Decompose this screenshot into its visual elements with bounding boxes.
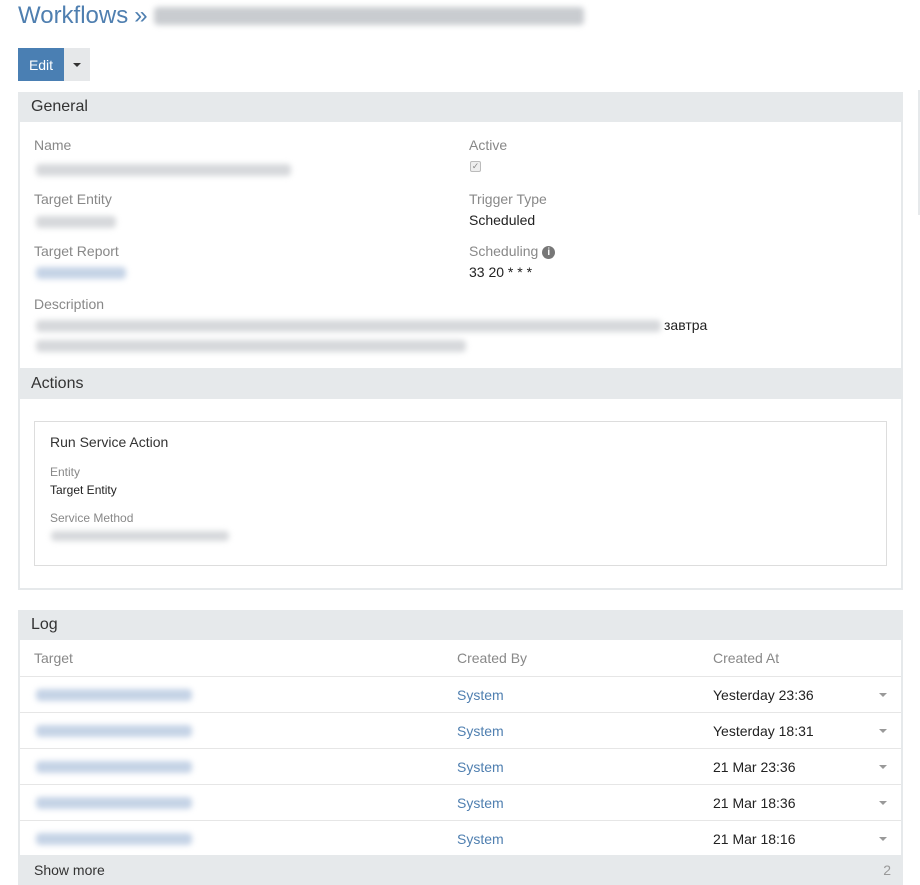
log-panel: Log Target Created By Created At System … (18, 610, 903, 860)
description-visible-fragment: завтра (664, 317, 708, 333)
created-at: Yesterday 18:31 (713, 723, 814, 739)
active-label: Active (469, 137, 508, 153)
info-icon[interactable]: i (542, 246, 556, 259)
actions-header: Actions (20, 369, 901, 399)
row-expand-caret-icon[interactable] (879, 801, 887, 805)
remaining-count: 2 (883, 862, 891, 878)
row-expand-caret-icon[interactable] (879, 765, 887, 769)
breadcrumb-separator: » (134, 2, 148, 29)
created-at: 21 Mar 23:36 (713, 759, 796, 775)
created-by-link[interactable]: System (457, 759, 504, 775)
row-expand-caret-icon[interactable] (879, 693, 887, 697)
row-expand-caret-icon[interactable] (879, 837, 887, 841)
target-link-redacted[interactable] (36, 797, 192, 809)
target-entity-value-redacted (36, 216, 116, 228)
action-title: Run Service Action (50, 434, 169, 450)
service-method-label: Service Method (50, 511, 134, 525)
edit-button-group: Edit (18, 48, 90, 81)
breadcrumb: Workflows » (18, 2, 584, 30)
column-target: Target (34, 650, 73, 666)
log-row[interactable]: System 21 Mar 18:16 (20, 820, 901, 856)
general-panel: General Name Active ✓ Target Entity Trig… (18, 92, 903, 370)
target-entity-label: Target Entity (34, 191, 112, 207)
show-more-link[interactable]: Show more (34, 862, 105, 878)
created-at: 21 Mar 18:36 (713, 795, 796, 811)
edit-dropdown-toggle[interactable] (64, 48, 90, 81)
entity-label: Entity (50, 465, 81, 479)
target-report-link-redacted[interactable] (36, 267, 126, 279)
caret-down-icon (73, 62, 81, 67)
scheduling-value: 33 20 * * * (469, 264, 533, 280)
created-by-link[interactable]: System (457, 831, 504, 847)
workflow-name-redacted (153, 7, 584, 25)
trigger-type-label: Trigger Type (469, 191, 547, 207)
log-row[interactable]: System Yesterday 18:31 (20, 712, 901, 748)
target-link-redacted[interactable] (36, 833, 192, 845)
scheduling-label: Scheduling i (469, 243, 556, 259)
show-more-bar[interactable]: Show more 2 (18, 855, 903, 885)
active-checkbox[interactable]: ✓ (470, 161, 481, 172)
edit-button[interactable]: Edit (18, 48, 64, 81)
row-expand-caret-icon[interactable] (879, 729, 887, 733)
created-by-link[interactable]: System (457, 795, 504, 811)
general-header: General (20, 92, 901, 122)
created-at: Yesterday 23:36 (713, 687, 814, 703)
target-report-label: Target Report (34, 243, 119, 259)
log-header: Log (20, 610, 901, 640)
target-link-redacted[interactable] (36, 725, 192, 737)
description-line2-redacted (36, 340, 466, 352)
description-line1-redacted (36, 320, 661, 332)
created-by-link[interactable]: System (457, 723, 504, 739)
column-created-at: Created At (713, 650, 780, 666)
created-by-link[interactable]: System (457, 687, 504, 703)
column-created-by: Created By (457, 650, 528, 666)
target-link-redacted[interactable] (36, 761, 192, 773)
entity-value: Target Entity (50, 483, 117, 497)
action-card: Run Service Action Entity Target Entity … (34, 421, 887, 566)
log-row[interactable]: System Yesterday 23:36 (20, 676, 901, 712)
name-label: Name (34, 137, 72, 153)
target-link-redacted[interactable] (36, 689, 192, 701)
service-method-value-redacted (51, 531, 229, 541)
log-row[interactable]: System 21 Mar 23:36 (20, 748, 901, 784)
scheduling-label-text: Scheduling (469, 243, 539, 259)
actions-panel: Actions Run Service Action Entity Target… (18, 369, 903, 590)
log-row[interactable]: System 21 Mar 18:36 (20, 784, 901, 820)
description-label: Description (34, 296, 105, 312)
breadcrumb-workflows-link[interactable]: Workflows (18, 2, 128, 30)
created-at: 21 Mar 18:16 (713, 831, 796, 847)
log-table-header: Target Created By Created At (20, 640, 901, 676)
name-value-redacted (36, 164, 291, 176)
trigger-type-value: Scheduled (469, 212, 536, 228)
